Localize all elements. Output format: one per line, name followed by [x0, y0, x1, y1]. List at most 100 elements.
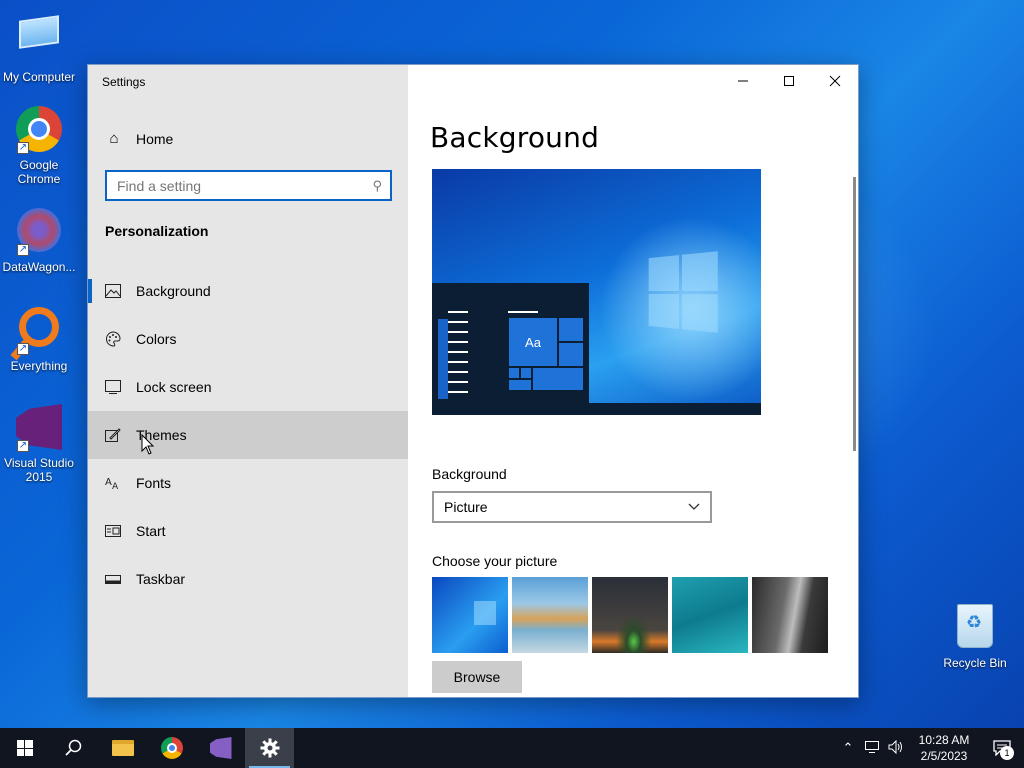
folder-icon	[111, 740, 134, 756]
visual-studio-icon	[209, 737, 232, 759]
desktop-icon-visual-studio[interactable]: ↗ Visual Studio 2015	[0, 404, 78, 484]
search-box: ⚲	[105, 170, 392, 201]
picture-thumbnails	[432, 577, 828, 653]
brush-icon	[105, 427, 121, 443]
clock-time: 10:28 AM	[918, 733, 970, 747]
chrome-icon: ↗	[15, 106, 63, 154]
desktop-icon-google-chrome[interactable]: ↗ Google Chrome	[0, 106, 78, 186]
desktop-icon-recycle-bin[interactable]: Recycle Bin	[936, 602, 1014, 670]
section-title: Personalization	[105, 223, 209, 239]
dropdown-value: Picture	[444, 499, 488, 515]
lock-screen-icon	[105, 379, 121, 395]
picture-thumbnail[interactable]	[592, 577, 668, 653]
preview-start-menu: Aa	[432, 283, 589, 403]
page-title: Background	[430, 121, 600, 154]
sidebar-item-lock-screen[interactable]: Lock screen	[88, 363, 408, 411]
chevron-down-icon	[688, 503, 700, 510]
search-button[interactable]	[49, 728, 98, 768]
search-input[interactable]	[117, 177, 373, 194]
browse-button[interactable]: Browse	[432, 661, 522, 693]
sidebar-item-label: Start	[136, 523, 166, 539]
window-title: Settings	[102, 75, 146, 89]
shortcut-arrow-icon: ↗	[17, 440, 29, 452]
desktop-icon-everything[interactable]: ↗ Everything	[0, 305, 78, 373]
nav-home-label: Home	[136, 131, 174, 147]
nav-home[interactable]: ⌂ Home	[88, 121, 408, 157]
maximize-button[interactable]	[766, 65, 812, 97]
taskbar-visual-studio[interactable]	[196, 728, 245, 768]
settings-content: Background Aa Background Picture Choose …	[408, 65, 858, 697]
datawagon-icon: ↗	[15, 208, 63, 256]
minimize-button[interactable]	[720, 65, 766, 97]
background-preview: Aa	[432, 169, 761, 415]
windows-start-icon	[16, 740, 33, 756]
taskbar-settings[interactable]	[245, 728, 294, 768]
network-icon[interactable]	[860, 740, 884, 757]
background-type-dropdown[interactable]: Picture	[432, 491, 712, 523]
personalization-nav: Background Colors Lock screen Themes A A…	[88, 267, 408, 603]
sidebar-item-taskbar[interactable]: Taskbar	[88, 555, 408, 603]
notification-center-button[interactable]: 1	[980, 728, 1024, 768]
sidebar-item-label: Colors	[136, 331, 177, 347]
sidebar-item-label: Lock screen	[136, 379, 212, 395]
start-button[interactable]	[0, 728, 49, 768]
background-type-label: Background	[432, 466, 507, 482]
gear-icon	[260, 738, 279, 758]
choose-picture-label: Choose your picture	[432, 553, 558, 569]
shortcut-arrow-icon: ↗	[17, 244, 29, 256]
desktop-icon-label: Google Chrome	[17, 158, 61, 186]
sidebar-item-label: Taskbar	[136, 571, 186, 587]
desktop-icon-label: DataWagon...	[2, 260, 76, 274]
desktop-icon-label: Everything	[10, 359, 68, 373]
taskbar-icon	[105, 571, 121, 587]
mouse-cursor-icon	[141, 434, 155, 455]
sidebar-item-themes[interactable]: Themes	[88, 411, 408, 459]
sidebar-item-background[interactable]: Background	[88, 267, 408, 315]
notification-count-badge: 1	[1000, 746, 1014, 760]
taskbar: ⌃ 10:28 AM 2/5/2023 1	[0, 728, 1024, 768]
desktop-icon-label: Visual Studio 2015	[4, 456, 74, 484]
preview-tile-label: Aa	[508, 317, 558, 367]
computer-icon	[15, 15, 63, 66]
shortcut-arrow-icon: ↗	[17, 343, 29, 355]
everything-search-icon: ↗	[15, 307, 63, 355]
sidebar-item-fonts[interactable]: AA Fonts	[88, 459, 408, 507]
home-icon: ⌂	[109, 130, 119, 147]
search-icon[interactable]: ⚲	[372, 178, 382, 194]
palette-icon	[105, 331, 121, 347]
svg-text:A: A	[105, 477, 112, 488]
desktop-icon-datawagon[interactable]: ↗ DataWagon...	[0, 206, 78, 274]
close-button[interactable]	[812, 65, 858, 97]
sidebar-item-label: Background	[136, 283, 211, 299]
content-scrollbar[interactable]	[853, 177, 856, 451]
minimize-icon	[738, 80, 748, 82]
close-icon	[829, 75, 841, 87]
desktop-icon-label: My Computer	[2, 70, 76, 84]
fonts-icon: AA	[105, 475, 121, 491]
system-tray: ⌃ 10:28 AM 2/5/2023 1	[836, 728, 1024, 768]
picture-thumbnail[interactable]	[432, 577, 508, 653]
volume-icon[interactable]	[884, 739, 908, 757]
desktop-icon-label: Recycle Bin	[943, 656, 1007, 670]
windows-logo-icon	[648, 251, 718, 333]
desktop-icon-my-computer[interactable]: My Computer	[0, 10, 78, 84]
picture-thumbnail[interactable]	[752, 577, 828, 653]
start-tiles-icon	[105, 523, 121, 539]
settings-sidebar: Settings ⌂ Home ⚲ Personalization Backgr…	[88, 65, 408, 697]
taskbar-file-explorer[interactable]	[98, 728, 147, 768]
clock[interactable]: 10:28 AM 2/5/2023	[908, 732, 980, 764]
taskbar-chrome[interactable]	[147, 728, 196, 768]
settings-window: Settings ⌂ Home ⚲ Personalization Backgr…	[87, 64, 859, 698]
picture-thumbnail[interactable]	[512, 577, 588, 653]
sidebar-item-start[interactable]: Start	[88, 507, 408, 555]
search-icon	[64, 739, 81, 756]
recycle-bin-icon	[951, 604, 999, 652]
sidebar-item-label: Fonts	[136, 475, 172, 491]
svg-text:A: A	[112, 482, 119, 491]
chrome-icon	[160, 737, 183, 759]
picture-thumbnail[interactable]	[672, 577, 748, 653]
chevron-up-icon[interactable]: ⌃	[836, 740, 860, 756]
sidebar-item-colors[interactable]: Colors	[88, 315, 408, 363]
visual-studio-icon: ↗	[15, 404, 63, 452]
clock-date: 2/5/2023	[920, 749, 968, 763]
